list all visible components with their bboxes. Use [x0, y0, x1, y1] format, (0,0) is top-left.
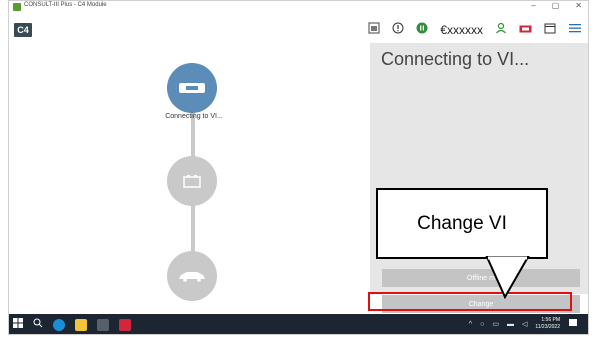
volume-icon[interactable]: ◁ [522, 320, 527, 328]
app-toolbar: C4 €xxxxxx [9, 15, 588, 43]
notification-icon[interactable] [568, 318, 578, 330]
vi-step-node [167, 63, 217, 113]
callout-box: Change VI [376, 188, 548, 259]
taskbar-apps [13, 318, 131, 331]
tray-app-icon[interactable]: ○ [480, 321, 484, 328]
close-button[interactable]: ✕ [575, 1, 582, 10]
progress-panel: Connecting to VI... [9, 43, 370, 301]
c4-logo: C4 [14, 23, 32, 37]
tray-chevron-icon[interactable]: ^ [469, 321, 472, 328]
window-titlebar: CONSULT-III Plus - C4 Module – ▢ ✕ [9, 1, 588, 15]
connecting-title: Connecting to VI... [381, 49, 530, 69]
app-icon [13, 3, 21, 11]
network-icon[interactable]: ▭ [492, 320, 499, 328]
minimize-button[interactable]: – [531, 1, 535, 10]
pause-status-icon[interactable] [416, 22, 428, 37]
account-label[interactable]: €xxxxxx [440, 23, 483, 37]
c4-app-taskbar-icon[interactable] [97, 318, 109, 331]
screen-capture-icon[interactable] [368, 22, 380, 37]
vi-device-icon[interactable] [519, 23, 532, 37]
battery-icon [183, 175, 201, 188]
battery-tray-icon[interactable]: ▬ [507, 321, 514, 328]
calendar-icon[interactable] [544, 22, 556, 37]
alert-icon[interactable] [392, 22, 404, 37]
system-tray: ^ ○ ▭ ▬ ◁ 1:56 PM 11/23/2022 [469, 317, 578, 331]
file-explorer-icon[interactable] [75, 318, 87, 331]
menu-icon[interactable] [568, 22, 582, 37]
window-controls: – ▢ ✕ [531, 1, 582, 10]
change-vi-highlight-box [368, 292, 572, 311]
taskbar-clock[interactable]: 1:56 PM 11/23/2022 [535, 317, 560, 331]
car-icon [179, 272, 205, 282]
vi-device-icon [179, 83, 205, 93]
window-title: CONSULT-III Plus - C4 Module [24, 2, 107, 8]
app-window: CONSULT-III Plus - C4 Module – ▢ ✕ C4 €x… [8, 0, 589, 335]
callout-text: Change VI [417, 212, 507, 234]
user-icon[interactable] [495, 22, 507, 37]
clock-time: 1:56 PM [541, 317, 560, 323]
vehicle-step-node [167, 251, 217, 301]
edge-browser-icon[interactable] [53, 318, 65, 331]
step-label: Connecting to VI... [165, 113, 223, 120]
vi-app-taskbar-icon[interactable] [119, 318, 131, 331]
battery-step-node [167, 156, 217, 206]
windows-start-icon[interactable] [13, 318, 23, 331]
maximize-button[interactable]: ▢ [552, 1, 560, 10]
toolbar-icons: €xxxxxx [368, 22, 582, 37]
offline-mode-button[interactable]: Offline m [382, 269, 580, 287]
search-icon[interactable] [33, 318, 43, 331]
windows-taskbar: ^ ○ ▭ ▬ ◁ 1:56 PM 11/23/2022 [9, 314, 588, 334]
clock-date: 11/23/2022 [535, 324, 560, 330]
